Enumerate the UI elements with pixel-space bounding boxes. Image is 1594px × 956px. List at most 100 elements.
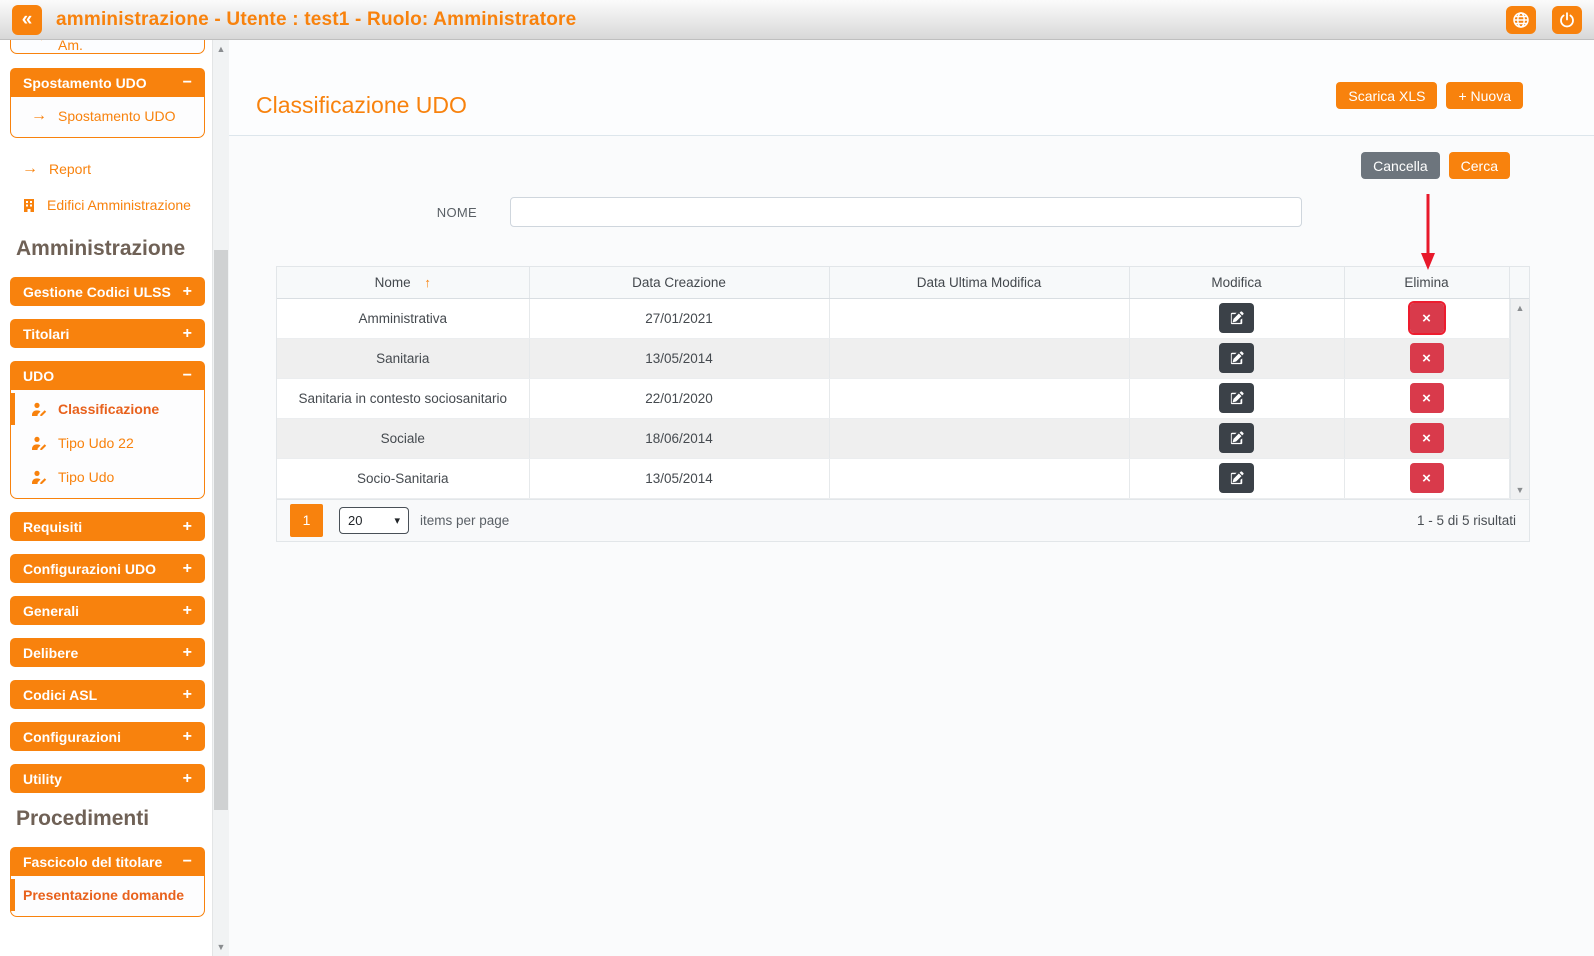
panel-header-configurazioni[interactable]: Configurazioni + (10, 722, 205, 751)
panel-header-generali[interactable]: Generali + (10, 596, 205, 625)
panel-header-utility[interactable]: Utility + (10, 764, 205, 793)
plus-icon: + (183, 603, 192, 619)
classification-table: Nome ↑ Data Creazione Data Ultima Modifi… (276, 266, 1530, 499)
plus-icon: + (183, 645, 192, 661)
panel-generali: Generali + (10, 596, 205, 625)
edit-button[interactable] (1219, 343, 1254, 373)
edit-button[interactable] (1219, 383, 1254, 413)
delete-button[interactable]: × (1410, 463, 1444, 493)
edit-button[interactable] (1219, 423, 1254, 453)
plus-icon: + (183, 561, 192, 577)
table-row: Sanitaria 13/05/2014 × (277, 338, 1529, 378)
panel-header-fascicolo-del-titolare[interactable]: Fascicolo del titolare − (10, 847, 205, 876)
table-row: Sociale 18/06/2014 × (277, 418, 1529, 458)
search-button[interactable]: Cerca (1449, 152, 1510, 179)
column-header-data-ultima-modifica[interactable]: Data Ultima Modifica (829, 267, 1129, 298)
section-title-amministrazione: Amministrazione (16, 237, 205, 261)
top-header: « amministrazione - Utente : test1 - Ruo… (0, 0, 1594, 40)
panel-spostamento-udo: Spostamento UDO − → Spostamento UDO (10, 68, 205, 138)
panel-udo: UDO − Classificazione Tipo Udo 22 Tipo (10, 361, 205, 499)
sidebar-scrollbar[interactable]: ▲ ▼ (212, 40, 229, 956)
sidebar-item-report[interactable]: → Report (10, 151, 205, 187)
sidebar-collapse-button[interactable]: « (12, 5, 42, 35)
table-row: Amministrativa 27/01/2021 × (277, 298, 1529, 338)
sidebar-item-spostamento-udo[interactable]: → Spostamento UDO (11, 99, 204, 133)
sidebar: → Assegnare a Local Am. Spostamento UDO … (0, 40, 212, 956)
page-1-button[interactable]: 1 (290, 504, 323, 537)
panel-header-titolari[interactable]: Titolari + (10, 319, 205, 348)
panel-codici-asl: Codici ASL + (10, 680, 205, 709)
scrollbar-up-icon[interactable]: ▲ (213, 44, 229, 54)
plus-icon: + (183, 519, 192, 535)
panel-header-udo[interactable]: UDO − (10, 361, 205, 390)
plus-icon: + (183, 284, 192, 300)
title-band: Classificazione UDO Scarica XLS + Nuova (229, 40, 1594, 136)
delete-button[interactable]: × (1410, 423, 1444, 453)
minus-icon: − (183, 75, 192, 91)
delete-button[interactable]: × (1410, 383, 1444, 413)
submenu-spostamento-udo: → Spostamento UDO (10, 97, 205, 138)
globe-icon (1512, 11, 1530, 29)
user-edit-icon (31, 402, 47, 416)
close-icon: × (1422, 350, 1431, 367)
page-header-title: amministrazione - Utente : test1 - Ruolo… (56, 9, 576, 31)
scrollbar-up-icon[interactable]: ▲ (1511, 303, 1529, 313)
user-edit-icon (31, 436, 47, 450)
scrollbar-thumb[interactable] (214, 250, 228, 810)
cell-nome: Sanitaria (277, 338, 529, 378)
sidebar-item-classificazione[interactable]: Classificazione (11, 392, 204, 426)
panel-header-delibere[interactable]: Delibere + (10, 638, 205, 667)
submenu-fascicolo: Presentazione domande (10, 876, 205, 917)
delete-button[interactable]: × (1410, 303, 1444, 333)
pencil-square-icon (1230, 391, 1244, 405)
name-input[interactable] (510, 197, 1302, 227)
panel-delibere: Delibere + (10, 638, 205, 667)
panel-configurazioni: Configurazioni + (10, 722, 205, 751)
cell-data-ultima-modifica (829, 418, 1129, 458)
scrollbar-down-icon[interactable]: ▼ (213, 942, 229, 952)
name-label: NOME (229, 205, 510, 220)
panel-header-configurazioni-udo[interactable]: Configurazioni UDO + (10, 554, 205, 583)
logout-power-button[interactable] (1552, 6, 1582, 34)
column-header-nome[interactable]: Nome ↑ (277, 267, 529, 298)
sidebar-item-presentazione-domande[interactable]: Presentazione domande (11, 878, 204, 912)
plus-icon: + (183, 326, 192, 342)
download-xls-button[interactable]: Scarica XLS (1336, 82, 1437, 109)
new-button[interactable]: + Nuova (1446, 82, 1523, 109)
panel-header-codici-asl[interactable]: Codici ASL + (10, 680, 205, 709)
sidebar-item-tipo-udo[interactable]: Tipo Udo (11, 460, 204, 494)
plus-icon: + (183, 687, 192, 703)
clear-button[interactable]: Cancella (1361, 152, 1439, 179)
panel-header-requisiti[interactable]: Requisiti + (10, 512, 205, 541)
scrollbar-down-icon[interactable]: ▼ (1511, 485, 1529, 495)
pencil-square-icon (1230, 431, 1244, 445)
sidebar-item-tipo-udo-22[interactable]: Tipo Udo 22 (11, 426, 204, 460)
sidebar-item-edifici-amministrazione[interactable]: Edifici Amministrazione (10, 187, 205, 223)
edit-button[interactable] (1219, 463, 1254, 493)
panel-titolari: Titolari + (10, 319, 205, 348)
cell-nome: Sociale (277, 418, 529, 458)
name-filter-row: NOME (229, 197, 1594, 227)
page-size-select[interactable]: 20 ▾ (339, 507, 409, 534)
main-content: Classificazione UDO Scarica XLS + Nuova … (229, 40, 1594, 956)
delete-button[interactable]: × (1410, 343, 1444, 373)
table-scrollbar[interactable]: ▲ ▼ (1510, 299, 1529, 499)
power-icon (1559, 12, 1575, 28)
cell-data-creazione: 27/01/2021 (529, 298, 829, 338)
column-header-modifica: Modifica (1129, 267, 1344, 298)
language-globe-button[interactable] (1506, 6, 1536, 34)
pencil-square-icon (1230, 311, 1244, 325)
panel-requisiti: Requisiti + (10, 512, 205, 541)
cell-data-ultima-modifica (829, 298, 1129, 338)
column-header-data-creazione[interactable]: Data Creazione (529, 267, 829, 298)
cell-data-creazione: 13/05/2014 (529, 458, 829, 498)
column-header-elimina: Elimina (1344, 267, 1509, 298)
pencil-square-icon (1230, 351, 1244, 365)
submenu-udo: Classificazione Tipo Udo 22 Tipo Udo (10, 390, 205, 499)
panel-header-gestione-codici-ulss[interactable]: Gestione Codici ULSS + (10, 277, 205, 306)
panel-header-spostamento-udo[interactable]: Spostamento UDO − (10, 68, 205, 97)
cell-data-creazione: 22/01/2020 (529, 378, 829, 418)
edit-button[interactable] (1219, 303, 1254, 333)
items-per-page-label: items per page (420, 513, 509, 528)
results-count-label: 1 - 5 di 5 risultati (1417, 513, 1516, 528)
